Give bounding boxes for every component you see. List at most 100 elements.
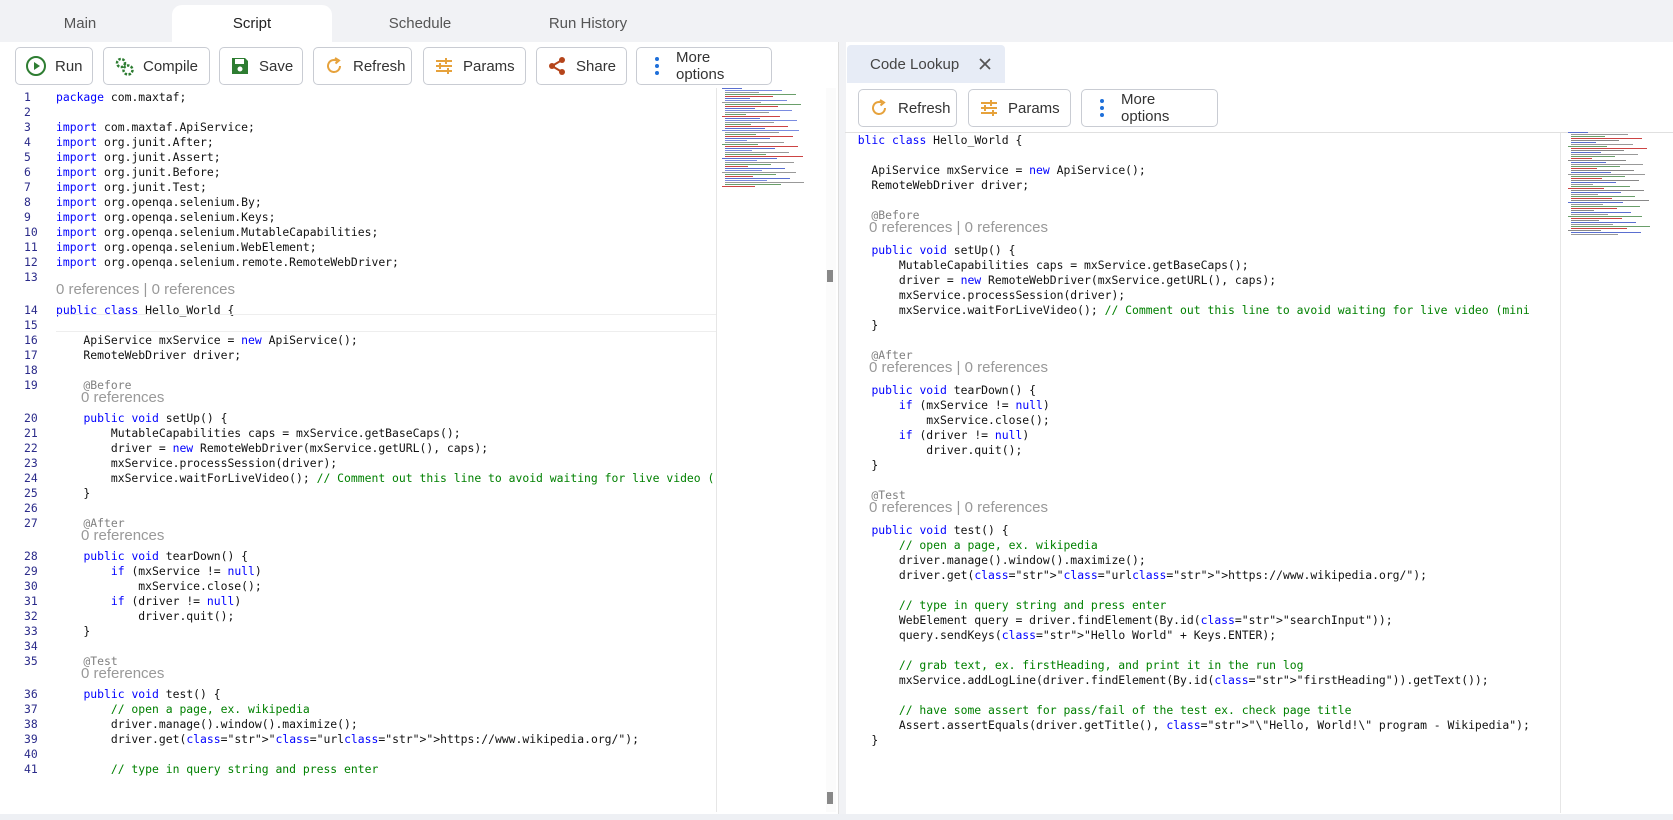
- lookup-params-button[interactable]: Params: [968, 89, 1071, 127]
- refresh-icon: [868, 97, 890, 119]
- code-line[interactable]: driver = new RemoteWebDriver(mxService.g…: [56, 441, 488, 455]
- code-line[interactable]: // have some assert for pass/fail of the…: [858, 703, 1352, 717]
- compile-button[interactable]: Compile: [103, 47, 210, 85]
- code-line[interactable]: driver = new RemoteWebDriver(mxService.g…: [858, 273, 1276, 287]
- share-button[interactable]: Share: [536, 47, 627, 85]
- minimap[interactable]: [1564, 132, 1668, 242]
- code-line[interactable]: public void setUp() {: [56, 411, 227, 425]
- code-line[interactable]: // grab text, ex. firstHeading, and prin…: [858, 658, 1304, 672]
- code-line[interactable]: public void setUp() {: [858, 243, 1015, 257]
- code-line[interactable]: import org.openqa.selenium.WebElement;: [56, 240, 317, 254]
- minimap-line: [1571, 184, 1593, 185]
- code-line[interactable]: import com.maxtaf.ApiService;: [56, 120, 255, 134]
- save-label: Save: [259, 57, 294, 75]
- code-line[interactable]: mxService.addLogLine(driver.findElement(…: [858, 673, 1489, 687]
- code-line[interactable]: Assert.assertEquals(driver.getTitle(), c…: [858, 718, 1530, 732]
- code-lookup-title: Code Lookup: [870, 56, 960, 73]
- tab-script[interactable]: Script: [172, 5, 332, 42]
- code-line[interactable]: // type in query string and press enter: [56, 762, 378, 776]
- lookup-more-options-label: More options: [1121, 91, 1170, 125]
- code-line[interactable]: }: [858, 318, 878, 332]
- code-line[interactable]: public void tearDown() {: [858, 383, 1036, 397]
- lookup-more-options-button[interactable]: More options: [1081, 89, 1218, 127]
- code-line[interactable]: driver.get(class="str">"class="urlclass=…: [858, 568, 1427, 582]
- lookup-code-editor[interactable]: 14public class Hello_World {1516 ApiServ…: [858, 133, 1558, 813]
- minimap-line: [725, 92, 759, 93]
- line-number: 30: [24, 579, 38, 593]
- code-line[interactable]: if (mxService != null): [858, 398, 1050, 412]
- code-line[interactable]: import org.openqa.selenium.MutableCapabi…: [56, 225, 378, 239]
- code-editor[interactable]: 1 package com.maxtaf; 2 3 import com.maxtaf.…: [14, 90, 714, 814]
- minimap[interactable]: [718, 88, 824, 192]
- minimap-line: [725, 148, 775, 149]
- code-line[interactable]: MutableCapabilities caps = mxService.get…: [56, 426, 461, 440]
- codelens-text: 0 references: [81, 389, 165, 406]
- code-line[interactable]: mxService.waitForLiveVideo(); // Comment…: [56, 471, 714, 485]
- code-line[interactable]: mxService.processSession(driver);: [858, 288, 1125, 302]
- code-line[interactable]: RemoteWebDriver driver;: [56, 348, 241, 362]
- code-line[interactable]: ApiService mxService = new ApiService();: [56, 333, 357, 347]
- code-line[interactable]: }: [858, 733, 878, 747]
- line-number: 15: [24, 318, 38, 332]
- minimap-line: [725, 136, 793, 137]
- run-button[interactable]: Run: [15, 47, 93, 85]
- code-line[interactable]: }: [56, 624, 90, 638]
- minimap-line: [1571, 206, 1640, 207]
- code-lookup-tab[interactable]: Code Lookup: [847, 45, 1005, 83]
- code-line[interactable]: public void test() {: [858, 523, 1008, 537]
- code-line[interactable]: ApiService mxService = new ApiService();: [858, 163, 1145, 177]
- code-line[interactable]: driver.manage().window().maximize();: [858, 553, 1146, 567]
- minimap-divider: [716, 88, 717, 812]
- code-line[interactable]: driver.get(class="str">"class="urlclass=…: [56, 732, 639, 746]
- lookup-refresh-button[interactable]: Refresh: [858, 89, 957, 127]
- code-line[interactable]: mxService.waitForLiveVideo(); // Comment…: [858, 303, 1530, 317]
- code-line[interactable]: mxService.processSession(driver);: [56, 456, 337, 470]
- panel-splitter[interactable]: [838, 42, 846, 820]
- scrollbar-thumb-bottom[interactable]: [827, 792, 833, 804]
- code-line[interactable]: import org.junit.Before;: [56, 165, 221, 179]
- code-line[interactable]: import org.openqa.selenium.By;: [56, 195, 262, 209]
- code-line[interactable]: driver.quit();: [56, 609, 234, 623]
- code-line[interactable]: public void tearDown() {: [56, 549, 248, 563]
- code-line[interactable]: mxService.close();: [56, 579, 261, 593]
- code-line[interactable]: if (driver != null): [858, 428, 1029, 442]
- save-button[interactable]: Save: [219, 47, 303, 85]
- code-line[interactable]: driver.quit();: [858, 443, 1022, 457]
- minimap-line: [725, 162, 794, 163]
- code-line[interactable]: mxService.close();: [858, 413, 1049, 427]
- code-line[interactable]: public void test() {: [56, 687, 220, 701]
- minimap-line: [725, 138, 770, 139]
- code-line[interactable]: driver.manage().window().maximize();: [56, 717, 358, 731]
- code-line[interactable]: package com.maxtaf;: [56, 90, 186, 104]
- code-line[interactable]: import org.junit.Assert;: [56, 150, 221, 164]
- code-line[interactable]: // type in query string and press enter: [858, 598, 1166, 612]
- code-line[interactable]: }: [858, 458, 878, 472]
- code-line[interactable]: import org.openqa.selenium.Keys;: [56, 210, 275, 224]
- code-line[interactable]: MutableCapabilities caps = mxService.get…: [858, 258, 1249, 272]
- vertical-scrollbar[interactable]: [826, 88, 836, 812]
- close-icon[interactable]: [976, 55, 994, 73]
- code-line[interactable]: // open a page, ex. wikipedia: [56, 702, 310, 716]
- more-options-button[interactable]: More options: [636, 47, 772, 85]
- compile-label: Compile: [143, 57, 199, 75]
- code-line[interactable]: import org.junit.After;: [56, 135, 214, 149]
- code-line[interactable]: import org.openqa.selenium.remote.Remote…: [56, 255, 399, 269]
- line-number: 18: [24, 363, 38, 377]
- code-line[interactable]: RemoteWebDriver driver;: [858, 178, 1029, 192]
- code-line[interactable]: }: [56, 486, 90, 500]
- code-line[interactable]: if (driver != null): [56, 594, 241, 608]
- minimap-line: [722, 144, 758, 145]
- code-line[interactable]: import org.junit.Test;: [56, 180, 207, 194]
- code-line[interactable]: WebElement query = driver.findElement(By…: [858, 613, 1393, 627]
- code-line[interactable]: if (mxService != null): [56, 564, 262, 578]
- tab-schedule[interactable]: Schedule: [340, 5, 500, 42]
- tab-run-history[interactable]: Run History: [508, 5, 668, 42]
- current-line-highlight: [56, 314, 716, 332]
- code-line[interactable]: query.sendKeys(class="str">"Hello World"…: [858, 628, 1276, 642]
- code-line[interactable]: // open a page, ex. wikipedia: [858, 538, 1098, 552]
- code-line[interactable]: public class Hello_World {: [858, 133, 1022, 147]
- params-button[interactable]: Params: [423, 47, 526, 85]
- refresh-button[interactable]: Refresh: [313, 47, 412, 85]
- scrollbar-thumb[interactable]: [827, 270, 833, 282]
- tab-main[interactable]: Main: [0, 5, 160, 42]
